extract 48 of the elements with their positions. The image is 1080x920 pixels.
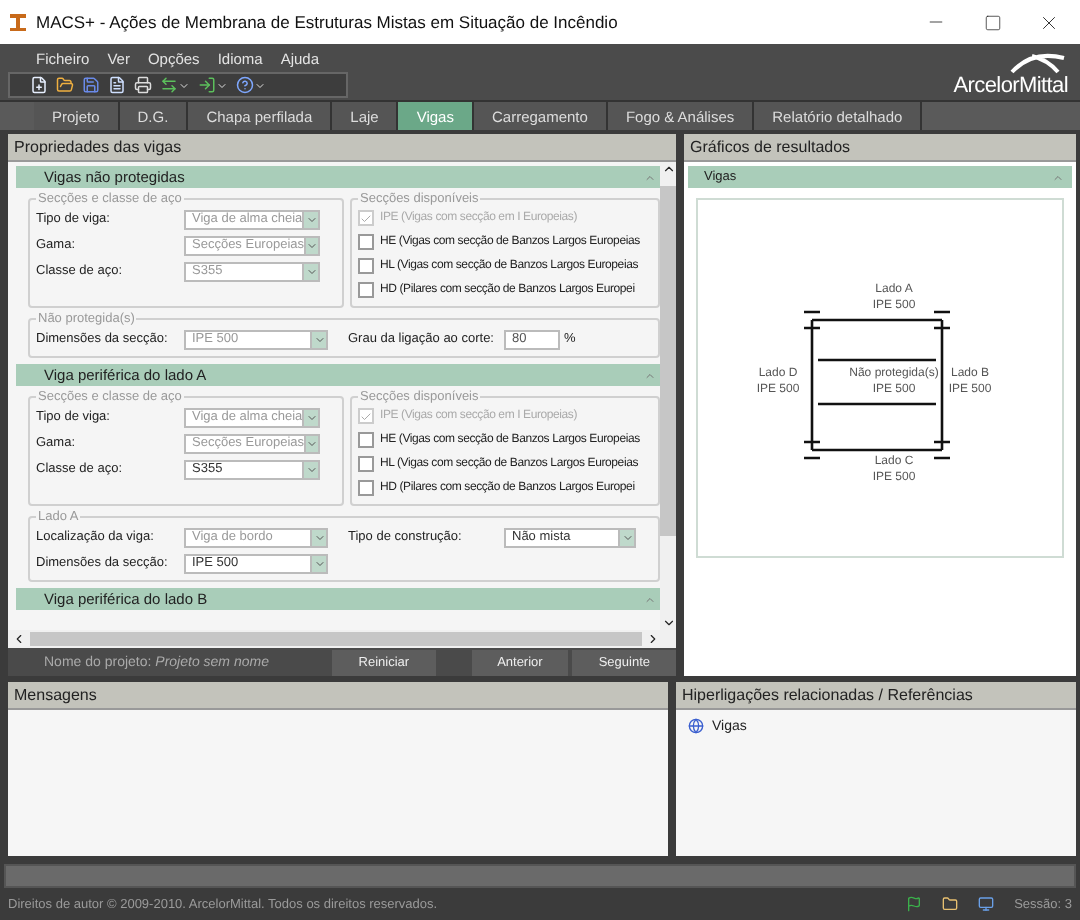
collapse-icon	[644, 369, 656, 381]
logo-text: ArcelorMittal	[953, 74, 1068, 98]
vertical-scrollbar[interactable]	[660, 162, 676, 630]
panel-title: Propriedades das vigas	[8, 134, 676, 162]
printer-icon[interactable]	[134, 76, 152, 94]
checkbox[interactable]	[358, 234, 374, 250]
panel-title: Hiperligações relacionadas / Referências	[676, 682, 1076, 710]
exchange-icon[interactable]	[160, 76, 190, 94]
dropdown-arrow-icon	[310, 555, 326, 571]
panel-title: Gráficos de resultados	[684, 134, 1076, 162]
panel-title: Mensagens	[8, 682, 668, 710]
dropdown-arrow-icon	[304, 237, 319, 253]
checkbox[interactable]	[358, 456, 374, 472]
folder-icon	[942, 896, 959, 912]
window-title: MACS+ - Ações de Membrana de Estruturas Mistas em Situação de Incêndio	[36, 12, 620, 32]
collapse-icon	[644, 593, 656, 605]
dropdown-arrow-icon	[302, 263, 318, 279]
dropdown-arrow-icon	[302, 461, 318, 477]
monitor-icon	[978, 896, 995, 912]
new-file-icon[interactable]	[30, 76, 48, 94]
flag-icon	[906, 896, 923, 912]
dropdown-arrow-icon	[302, 409, 318, 425]
dropdown-arrow-icon	[618, 529, 634, 545]
collapse-icon	[1052, 171, 1064, 183]
collapse-icon	[644, 171, 656, 183]
scroll-left-icon[interactable]	[12, 632, 26, 646]
scroll-right-icon[interactable]	[646, 632, 660, 646]
import-icon[interactable]	[198, 76, 228, 94]
scroll-down-icon[interactable]	[661, 616, 675, 630]
close-icon	[1037, 11, 1059, 33]
maximize-icon	[983, 13, 1001, 31]
open-folder-icon[interactable]	[56, 76, 74, 94]
save-icon[interactable]	[82, 76, 100, 94]
logo-swoosh-icon	[1008, 50, 1068, 74]
document-icon[interactable]	[108, 76, 126, 94]
dropdown-arrow-icon	[310, 331, 326, 347]
globe-icon	[688, 718, 704, 734]
checkbox[interactable]	[358, 432, 374, 448]
checkbox[interactable]	[358, 282, 374, 298]
horizontal-scrollbar[interactable]	[8, 630, 676, 648]
dropdown-arrow-icon	[310, 529, 326, 545]
help-icon[interactable]	[236, 76, 266, 94]
checkbox[interactable]	[358, 480, 374, 496]
checkbox[interactable]	[358, 258, 374, 274]
dropdown-arrow-icon	[304, 435, 319, 451]
app-icon	[8, 12, 28, 32]
dropdown-arrow-icon	[302, 211, 318, 227]
scroll-up-icon[interactable]	[661, 162, 675, 176]
